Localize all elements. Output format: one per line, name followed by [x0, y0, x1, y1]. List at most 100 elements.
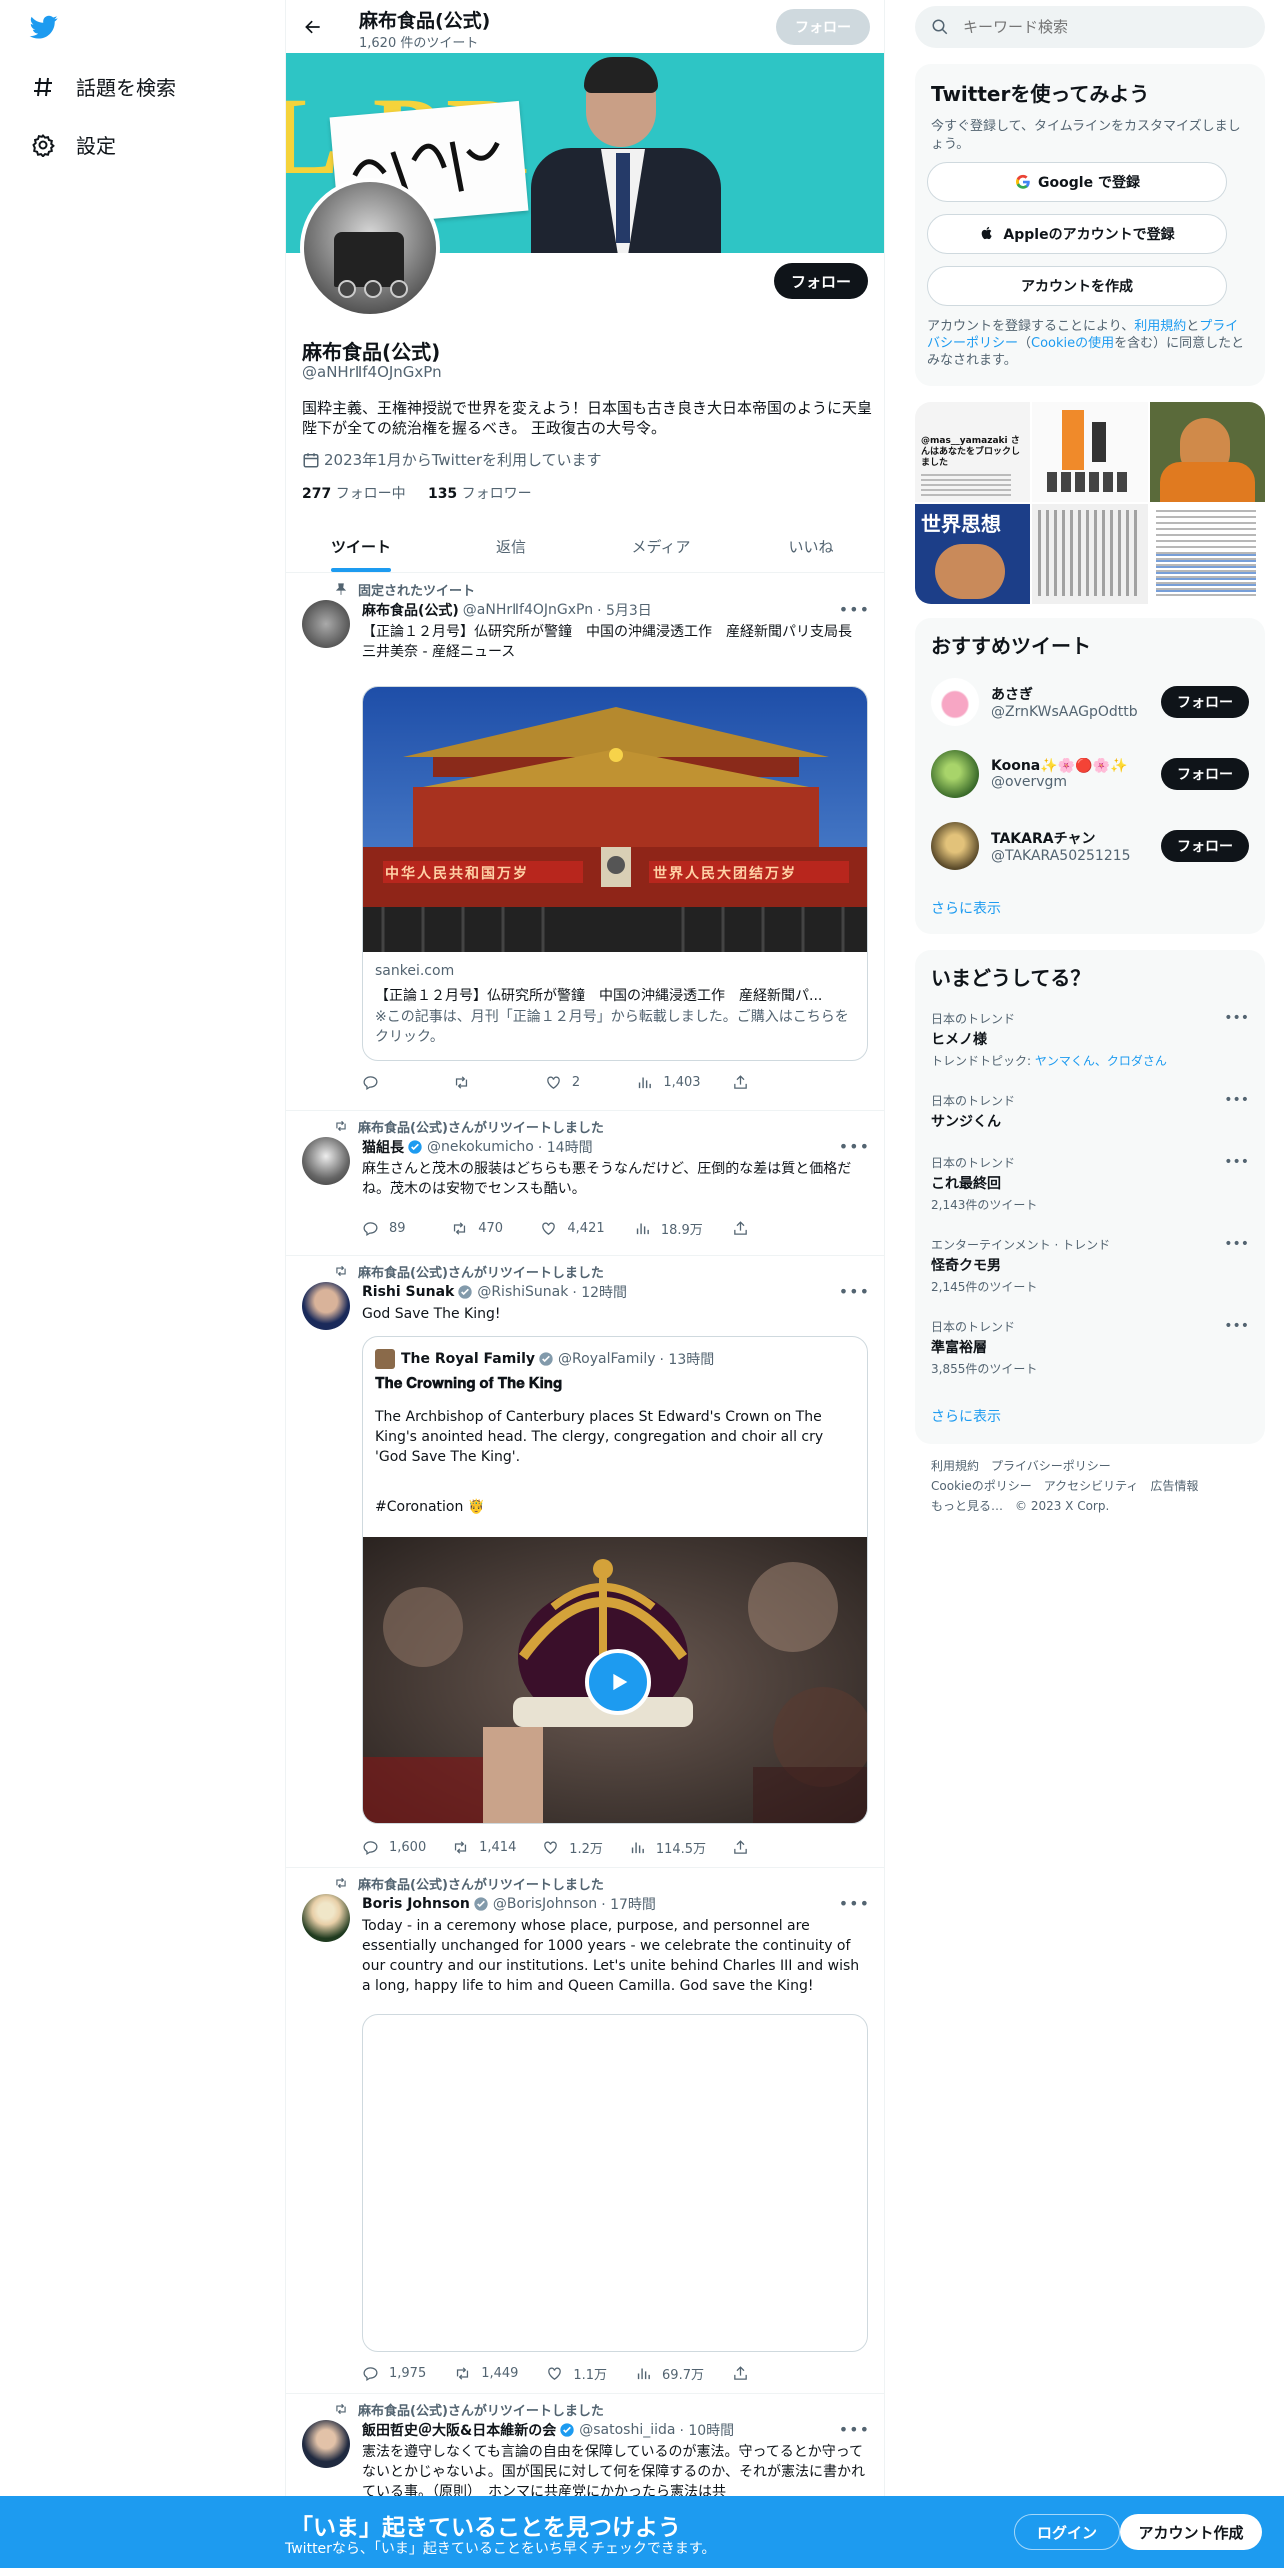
login-button[interactable]: ログイン	[1014, 2514, 1120, 2550]
signup-button[interactable]: アカウント作成	[1120, 2514, 1262, 2550]
tweet-actions: 1,975 1,449 1.1万 69.7万	[362, 2364, 792, 2383]
footer-line[interactable]: Cookieのポリシー アクセシビリティ 広告情報	[931, 1476, 1251, 1496]
more-icon[interactable]: •••	[839, 1894, 870, 1913]
retweet-button[interactable]: 1,449	[454, 2364, 518, 2383]
search-box[interactable]	[915, 6, 1265, 48]
tab-likes[interactable]: いいね	[736, 520, 884, 572]
google-signup-button[interactable]: Google で登録	[927, 162, 1227, 202]
profile-avatar[interactable]	[300, 178, 440, 318]
trend-item[interactable]: エンターテインメント · トレンド 怪奇クモ男 2,145件のツイート •••	[931, 1236, 1249, 1295]
tweet-retweet-2[interactable]: 麻布食品(公式)さんがリツイートしました Rishi Sunak @RishiS…	[286, 1256, 884, 1868]
reply-button[interactable]: 89	[362, 1219, 422, 1238]
tab-media[interactable]: メディア	[586, 520, 736, 572]
recommend-user[interactable]: TAKARAチャン @TAKARA50251215 フォロー	[931, 818, 1249, 874]
media-thumb[interactable]	[1032, 504, 1148, 604]
share-button[interactable]	[732, 1838, 792, 1857]
like-button[interactable]: 1.2万	[542, 1838, 603, 1857]
more-icon[interactable]: •••	[1224, 1154, 1249, 1170]
media-thumb[interactable]: 世界思想	[915, 504, 1031, 604]
tweet-header: 猫組長 @nekokumicho · 14時間	[362, 1139, 593, 1156]
reply-button[interactable]: 1,975	[362, 2364, 426, 2383]
tweet-avatar[interactable]	[302, 2420, 350, 2468]
following-link[interactable]: 277 フォロー中	[302, 486, 406, 502]
back-arrow-icon[interactable]	[298, 12, 328, 42]
footer-line[interactable]: もっと見る… © 2023 X Corp.	[931, 1496, 1251, 1516]
terms-link[interactable]: 利用規約	[1134, 319, 1186, 334]
tweet-avatar[interactable]	[302, 1894, 350, 1942]
nav-explore[interactable]: 話題を検索	[30, 72, 176, 101]
trends-more-link[interactable]: さらに表示	[931, 1406, 1001, 1426]
nav-settings[interactable]: 設定	[30, 130, 116, 159]
create-account-button[interactable]: アカウントを作成	[927, 266, 1227, 306]
tweet-header: Boris Johnson @BorisJohnson · 17時間	[362, 1896, 656, 1913]
tweet-header: 飯田哲史＠大阪&日本維新の会 @satoshi_iida · 10時間	[362, 2422, 735, 2439]
recommend-user[interactable]: あさぎ @ZrnKWsAAGpOdttb フォロー	[931, 674, 1249, 730]
trend-topic-link[interactable]: ヤンマくん、クロダさん	[1035, 1054, 1167, 1068]
apple-signup-button[interactable]: Appleのアカウントで登録	[927, 214, 1227, 254]
share-button[interactable]	[732, 2364, 792, 2383]
share-button[interactable]	[732, 1074, 792, 1091]
tweet-retweet-1[interactable]: 麻布食品(公式)さんがリツイートしました 猫組長 @nekokumicho · …	[286, 1111, 884, 1256]
retweet-button[interactable]: 1,414	[452, 1838, 516, 1857]
views-button[interactable]: 69.7万	[635, 2364, 704, 2383]
reply-button[interactable]: 1,600	[362, 1838, 426, 1857]
more-icon[interactable]: •••	[1224, 1318, 1249, 1334]
retweet-button[interactable]	[453, 1074, 513, 1091]
quote-hashtag[interactable]: #Coronation 🤴	[375, 1499, 485, 1515]
trend-item[interactable]: 日本のトレンド 準富裕層 3,855件のツイート •••	[931, 1318, 1249, 1377]
share-icon	[734, 1075, 747, 1089]
media-thumb[interactable]	[1149, 504, 1265, 604]
trend-item[interactable]: 日本のトレンド これ最終回 2,143件のツイート •••	[931, 1154, 1249, 1213]
tweet-pinned[interactable]: 固定されたツイート 麻布食品(公式) @aNHrⅡf4OJnGxPn · 5月3…	[286, 574, 884, 1111]
recommend-more-link[interactable]: さらに表示	[931, 898, 1001, 918]
card-banner-left: 中华人民共和国万岁	[385, 866, 529, 882]
tweet-avatar[interactable]	[302, 1282, 350, 1330]
like-button[interactable]: 1.1万	[546, 2364, 607, 2383]
like-button[interactable]: 2	[545, 1074, 605, 1091]
views-button[interactable]: 114.5万	[629, 1838, 706, 1857]
quote-header: The Royal Family @RoyalFamily · 13時間	[375, 1349, 714, 1369]
quote-tweet[interactable]: The Royal Family @RoyalFamily · 13時間 𝐓𝐡𝐞…	[362, 1336, 868, 1824]
trend-item[interactable]: 日本のトレンド サンジくん •••	[931, 1092, 1249, 1131]
more-icon[interactable]: •••	[839, 2420, 870, 2439]
media-thumb[interactable]	[1032, 402, 1148, 502]
more-icon[interactable]: •••	[1224, 1236, 1249, 1252]
link-card[interactable]: 中华人民共和国万岁 世界人民大团结万岁 sankei.com 【正論１２月号】仏…	[362, 686, 868, 1061]
follow-button[interactable]: フォロー	[1161, 686, 1249, 718]
topbar-follow-button[interactable]: フォロー	[776, 9, 870, 45]
reply-button[interactable]	[362, 1074, 422, 1091]
quote-video[interactable]	[363, 1537, 867, 1823]
cookie-link[interactable]: Cookieの使用	[1031, 336, 1114, 351]
play-icon[interactable]	[585, 1649, 651, 1715]
follow-button[interactable]: フォロー	[1161, 830, 1249, 862]
login-prompt-bar: 「いま」起きていることを見つけよう Twitterなら、「いま」起きていることを…	[0, 2496, 1284, 2568]
topbar-name: 麻布食品(公式)	[359, 10, 491, 32]
media-thumb[interactable]: @mas__yamazaki さんはあなたをブロックしました	[915, 402, 1031, 502]
profile-follow-button[interactable]: フォロー	[774, 263, 868, 299]
views-icon	[639, 1077, 652, 1089]
footer-line[interactable]: 利用規約 プライバシーポリシー	[931, 1456, 1251, 1476]
views-button[interactable]: 1,403	[636, 1074, 701, 1091]
followers-link[interactable]: 135 フォロワー	[428, 486, 532, 502]
embedded-media-placeholder[interactable]	[362, 2014, 868, 2352]
tweet-avatar[interactable]	[302, 600, 350, 648]
like-button[interactable]: 4,421	[540, 1219, 605, 1238]
views-button[interactable]: 18.9万	[634, 1219, 703, 1238]
media-thumb[interactable]	[1149, 402, 1265, 502]
share-button[interactable]	[732, 1219, 792, 1238]
more-icon[interactable]: •••	[1224, 1010, 1249, 1026]
more-icon[interactable]: •••	[839, 600, 870, 619]
tweet-avatar[interactable]	[302, 1137, 350, 1185]
twitter-logo-icon[interactable]	[28, 13, 60, 41]
more-icon[interactable]: •••	[839, 1137, 870, 1156]
tab-replies[interactable]: 返信	[436, 520, 586, 572]
recommend-user[interactable]: Koona✨🌸🔴🌸✨ @overvgm フォロー	[931, 746, 1249, 802]
tab-tweets[interactable]: ツイート	[286, 520, 436, 572]
search-input[interactable]	[963, 18, 1223, 36]
more-icon[interactable]: •••	[839, 1282, 870, 1301]
retweet-button[interactable]: 470	[451, 1219, 511, 1238]
follow-button[interactable]: フォロー	[1161, 758, 1249, 790]
more-icon[interactable]: •••	[1224, 1092, 1249, 1108]
trend-item[interactable]: 日本のトレンド ヒメノ様 トレンドトピック: ヤンマくん、クロダさん •••	[931, 1010, 1249, 1069]
tweet-retweet-3[interactable]: 麻布食品(公式)さんがリツイートしました Boris Johnson @Bori…	[286, 1868, 884, 2394]
